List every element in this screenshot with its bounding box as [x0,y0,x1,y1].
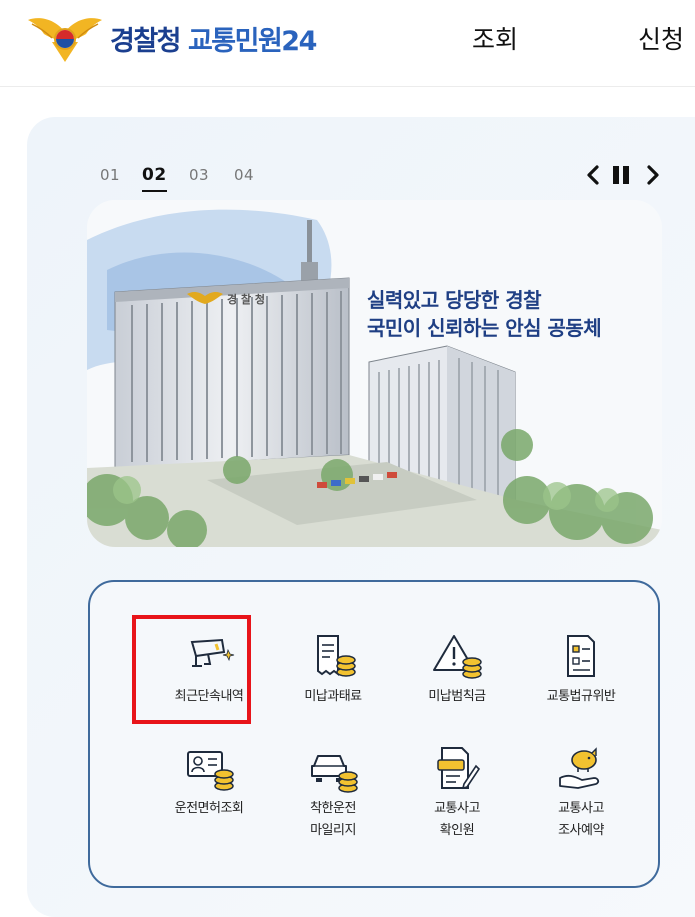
piggy-bank-hand-icon [559,747,600,789]
service-label-line2: 조사예약 [558,823,604,838]
slide-number-04[interactable]: 04 [234,160,254,190]
nav-lookup[interactable]: 조회 [472,22,518,58]
nav-apply[interactable]: 신청 [638,22,684,58]
carousel-banner[interactable]: 경 찰 청 실력있고 당당한 경찰 국민이 신뢰하는 안심 공동체 [87,200,662,547]
service-label-line1: 착한운전 [310,801,356,816]
service-label: 최근단속내역 [174,689,244,704]
brand-sub: 교통민원24 [187,26,317,57]
service-label: 미납범칙금 [428,689,486,704]
slide-number-02[interactable]: 02 [142,160,167,192]
quick-services-panel: 최근단속내역 미납과태료 미납범칙금 교통법규위반 운전면허조회 착한운전 마일… [88,580,660,888]
building-sign: 경 찰 청 [227,292,265,306]
service-label: 교통법규위반 [546,689,616,704]
service-label-line2: 마일리지 [310,823,356,838]
brand-main: 경찰청 [110,26,182,57]
service-recent-enforcement[interactable]: 최근단속내역 [144,632,274,708]
banner-headline-2: 국민이 신뢰하는 안심 공동체 [367,316,602,340]
service-label-line1: 교통사고 [434,801,480,816]
service-accident-investigation-booking[interactable]: 교통사고 조사예약 [516,744,646,842]
service-label-line2: 확인원 [439,823,475,838]
service-unpaid-fines[interactable]: 미납과태료 [268,632,398,708]
service-accident-certificate[interactable]: 교통사고 확인원 [392,744,522,842]
police-hq-illustration: 경 찰 청 [87,200,662,547]
warning-coins-icon [433,635,482,679]
receipt-coins-icon [317,635,356,677]
checklist-document-icon [567,635,595,677]
car-coins-icon [311,755,358,793]
service-unpaid-penalties[interactable]: 미납범칙금 [392,632,522,708]
slide-number-01[interactable]: 01 [100,160,120,190]
chevron-right-icon[interactable] [641,164,663,186]
service-license-lookup[interactable]: 운전면허조회 [144,744,274,820]
service-label: 운전면허조회 [174,801,244,816]
service-traffic-violations[interactable]: 교통법규위반 [516,632,646,708]
site-title[interactable]: 경찰청 교통민원24 [110,22,317,62]
banner-headline-1: 실력있고 당당한 경찰 [367,288,542,312]
cctv-camera-icon [190,638,235,667]
id-card-coins-icon [187,751,234,791]
top-header: 경찰청 교통민원24 조회 신청 [0,0,695,87]
police-emblem-icon[interactable] [26,12,104,64]
chevron-left-icon[interactable] [583,164,605,186]
slide-number-03[interactable]: 03 [189,160,209,190]
service-good-driving-mileage[interactable]: 착한운전 마일리지 [268,744,398,842]
accident-document-icon [437,747,481,790]
pause-icon[interactable] [610,164,632,186]
service-label-line1: 교통사고 [558,801,604,816]
service-label: 미납과태료 [304,689,362,704]
